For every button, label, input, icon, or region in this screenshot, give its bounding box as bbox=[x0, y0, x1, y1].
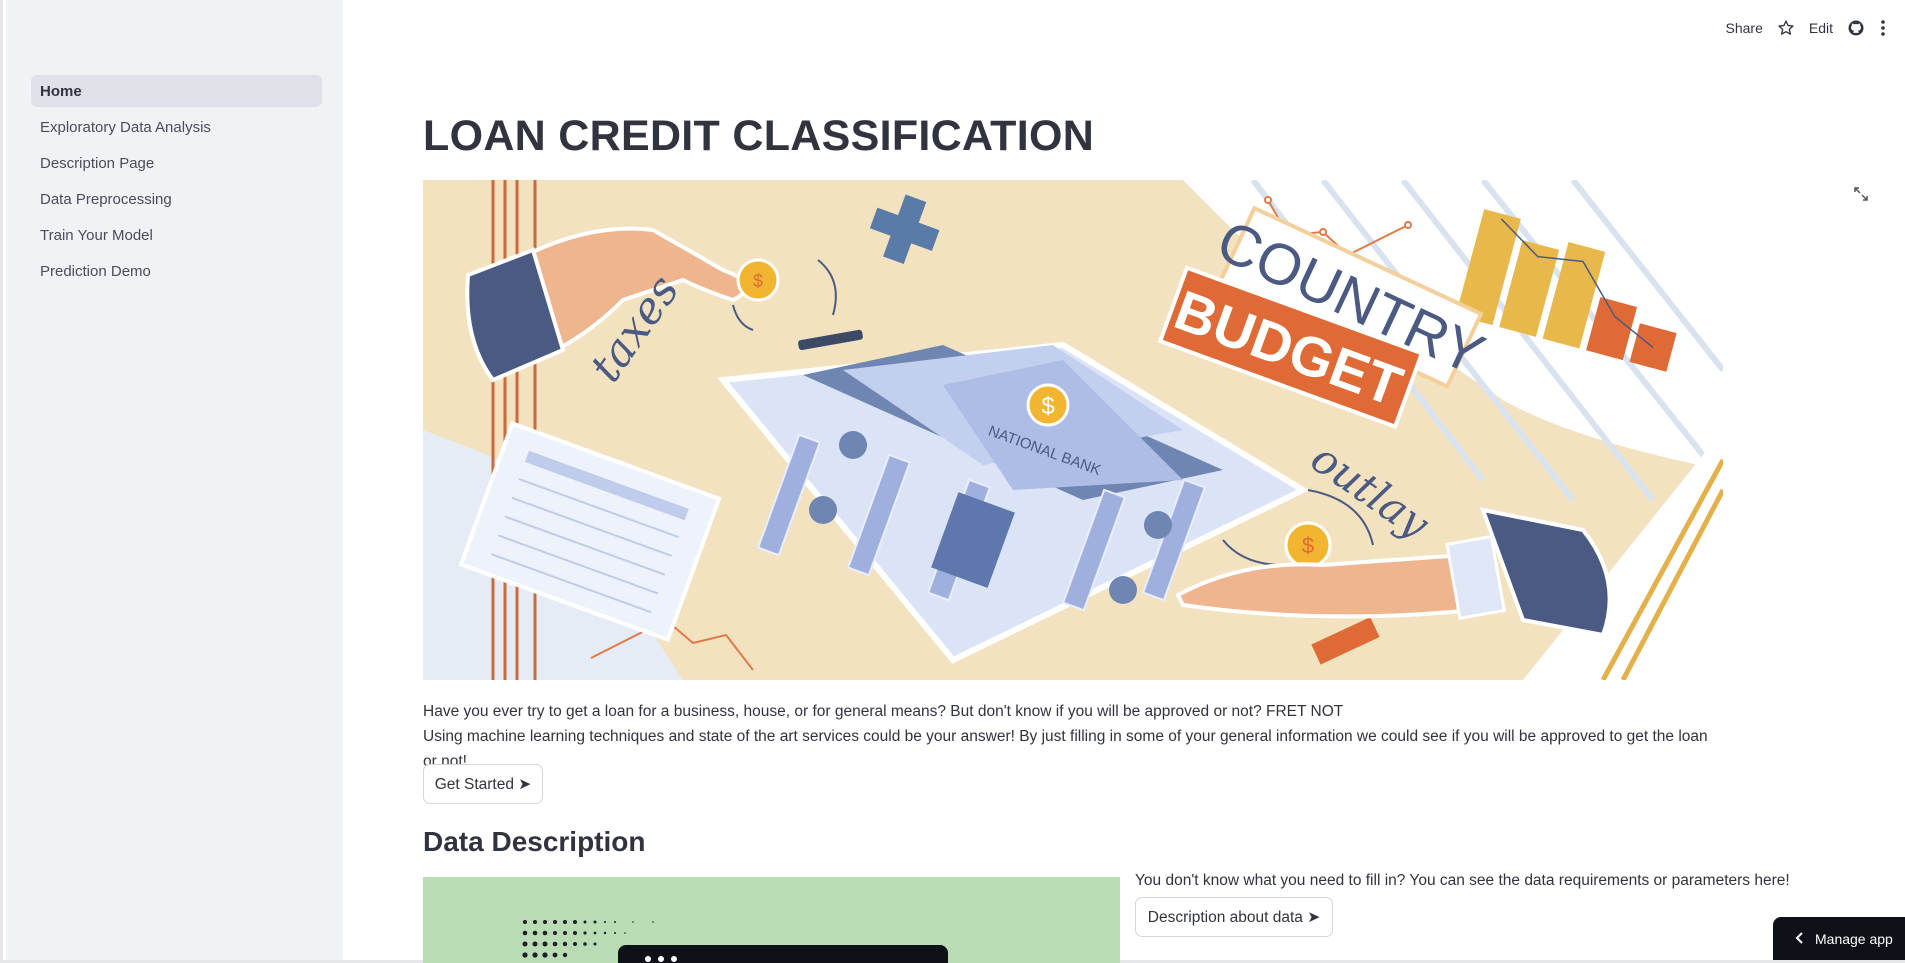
description-about-data-button[interactable]: Description about data ➤ bbox=[1135, 897, 1333, 937]
intro-line-2: Using machine learning techniques and st… bbox=[423, 728, 1708, 770]
manage-app-label: Manage app bbox=[1815, 930, 1893, 947]
hero-coin-symbol-hand: $ bbox=[1302, 533, 1314, 558]
github-icon[interactable] bbox=[1847, 19, 1865, 37]
sidebar-item-home[interactable]: Home bbox=[31, 75, 322, 107]
data-requirements-text: You don't know what you need to fill in?… bbox=[1135, 872, 1790, 889]
hero-coin-symbol-bank: $ bbox=[1041, 393, 1054, 420]
edit-button[interactable]: Edit bbox=[1809, 20, 1833, 36]
star-icon[interactable] bbox=[1777, 19, 1795, 37]
header-actions: Share Edit bbox=[1726, 19, 1887, 37]
intro-line-1: Have you ever try to get a loan for a bu… bbox=[423, 703, 1344, 720]
share-button[interactable]: Share bbox=[1726, 20, 1763, 36]
intro-text: Have you ever try to get a loan for a bu… bbox=[423, 699, 1723, 774]
data-description-heading: Data Description bbox=[423, 826, 646, 857]
sidebar-item-data-preprocessing[interactable]: Data Preprocessing bbox=[31, 183, 322, 215]
chevron-left-icon bbox=[1795, 931, 1805, 947]
hero-illustration: COUNTRY BUDGET $ taxes $ NATIONAL BANK o… bbox=[423, 180, 1723, 680]
more-vertical-icon[interactable] bbox=[1879, 19, 1887, 37]
sidebar-item-train-your-model[interactable]: Train Your Model bbox=[31, 219, 322, 251]
sidebar-item-description-page[interactable]: Description Page bbox=[31, 147, 322, 179]
sidebar-item-prediction-demo[interactable]: Prediction Demo bbox=[31, 255, 322, 287]
sidebar: Home Exploratory Data Analysis Descripti… bbox=[6, 0, 343, 960]
sidebar-nav: Home Exploratory Data Analysis Descripti… bbox=[31, 75, 322, 291]
data-description-image bbox=[423, 877, 1120, 963]
hero-coin-symbol-top: $ bbox=[753, 271, 763, 291]
get-started-button[interactable]: Get Started ➤ bbox=[423, 764, 543, 804]
main-content: LOAN CREDIT CLASSIFICATION COUNTRY BUDGE… bbox=[423, 0, 1790, 963]
sidebar-item-exploratory-data-analysis[interactable]: Exploratory Data Analysis bbox=[31, 111, 322, 143]
app-window: Home Exploratory Data Analysis Descripti… bbox=[0, 0, 1905, 963]
fullscreen-expand-icon[interactable] bbox=[1853, 186, 1869, 207]
page-title: LOAN CREDIT CLASSIFICATION bbox=[423, 112, 1095, 160]
manage-app-button[interactable]: Manage app bbox=[1773, 917, 1905, 960]
